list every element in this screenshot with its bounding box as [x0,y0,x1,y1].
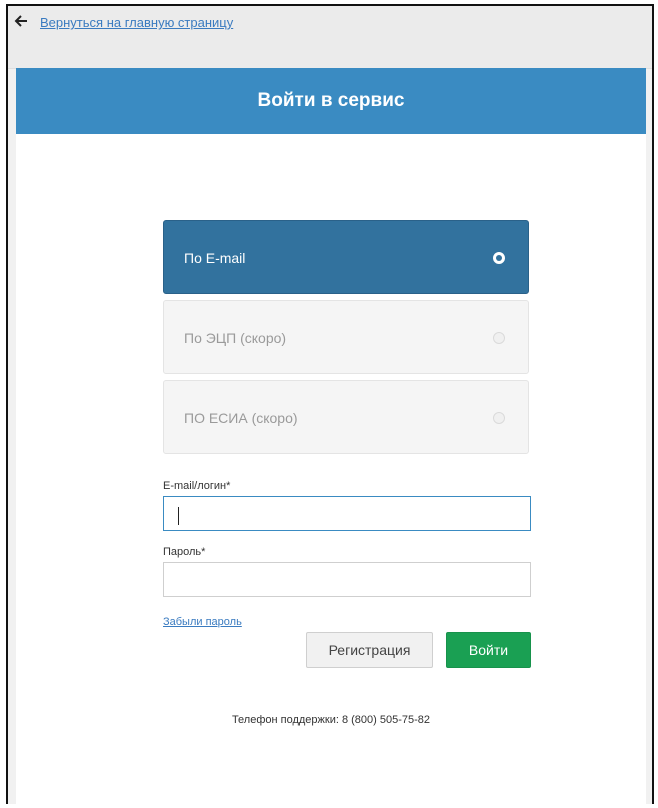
text-caret [178,507,179,525]
auth-method-label: ПО ЕСИА (скоро) [184,410,298,426]
auth-method-ecp[interactable]: По ЭЦП (скоро) [163,300,529,374]
page-title: Войти в сервис [257,90,405,111]
back-to-home-link[interactable]: Вернуться на главную страницу [40,15,233,30]
forgot-password-link[interactable]: Забыли пароль [163,616,242,628]
register-button[interactable]: Регистрация [306,632,433,668]
radio-button-selected[interactable] [493,252,505,264]
top-bar: Вернуться на главную страницу [8,6,652,69]
arrow-left-icon[interactable] [14,14,28,28]
login-panel: Войти в сервис По E-mail По ЭЦП (скоро) … [16,68,646,806]
auth-method-esia[interactable]: ПО ЕСИА (скоро) [163,380,529,454]
login-field-label: E-mail/логин* [163,480,231,492]
support-phone: Телефон поддержки: 8 (800) 505-75-82 [231,714,431,726]
login-input[interactable] [163,496,531,531]
radio-button[interactable] [493,332,505,344]
password-input[interactable] [163,562,531,597]
radio-dot [496,255,502,261]
login-button[interactable]: Войти [446,632,531,668]
login-header: Войти в сервис [16,68,646,134]
browser-frame: Вернуться на главную страницу Войти в се… [6,4,654,806]
password-field-label: Пароль* [163,546,206,558]
auth-method-label: По ЭЦП (скоро) [184,330,287,346]
auth-method-label: По E-mail [184,250,246,266]
radio-button[interactable] [493,412,505,424]
auth-method-email[interactable]: По E-mail [163,220,529,294]
